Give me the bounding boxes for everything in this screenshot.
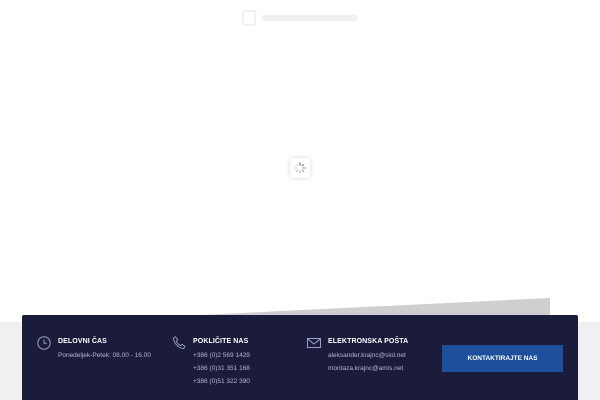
phone-icon [172, 336, 186, 350]
working-hours-value: Ponedeljek-Petek: 08.00 - 16.00 [58, 352, 151, 359]
envelope-icon [307, 338, 321, 348]
email-link-2[interactable]: montaza.krajnc@amis.net [328, 365, 403, 372]
email-title: ELEKTRONSKA POŠTA [328, 338, 409, 345]
email-link-1[interactable]: aleksander.krajnc@siol.net [328, 352, 406, 359]
phone-title: POKLIČITE NAS [193, 338, 249, 345]
clock-icon [37, 336, 51, 350]
phone-link-2[interactable]: +386 (0)31 351 168 [193, 365, 250, 372]
working-hours-title: DELOVNI ČAS [58, 338, 107, 345]
contact-us-button[interactable]: KONTAKTIRAJTE NAS [442, 345, 563, 372]
phone-link-1[interactable]: +386 (0)2 569 1429 [193, 352, 250, 359]
contact-bar: DELOVNI ČAS Ponedeljek-Petek: 08.00 - 16… [22, 315, 578, 400]
phone-link-3[interactable]: +386 (0)51 322 390 [193, 378, 250, 385]
